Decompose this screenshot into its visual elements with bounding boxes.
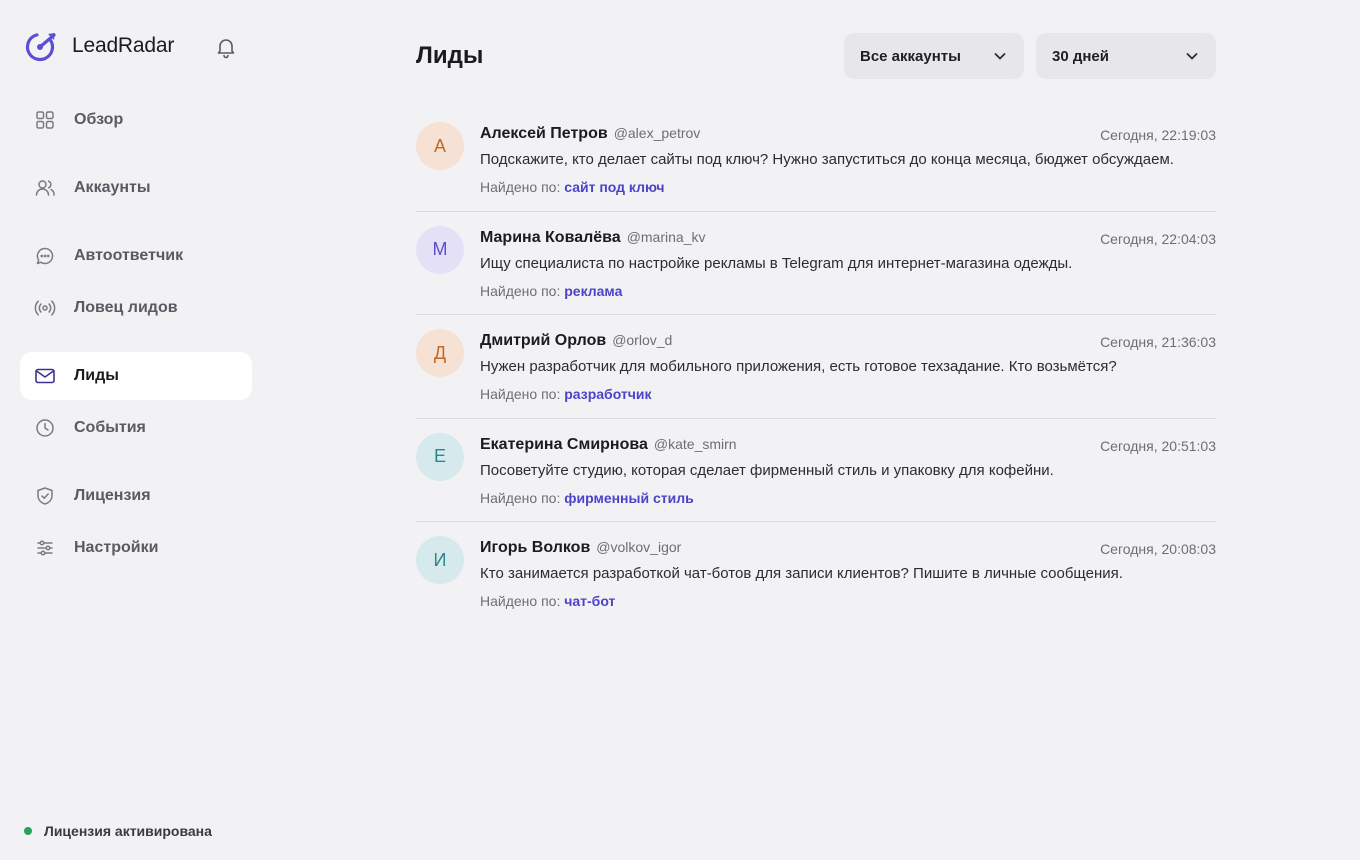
leads-list: А Алексей Петров @alex_petrov Сегодня, 22… [416,108,1216,626]
lead-handle[interactable]: @marina_kv [627,229,706,245]
grid-icon [34,109,56,131]
lead-time: Сегодня, 21:36:03 [1100,334,1216,350]
lead-keyword[interactable]: чат-бот [564,593,615,609]
users-icon [34,177,56,199]
radio-waves-icon [34,297,56,319]
lead-found-by: Найдено по: разработчик [480,386,652,402]
lead-name: Алексей Петров [480,125,608,142]
lead-found-by: Найдено по: фирменный стиль [480,490,694,506]
sidebar-item-label: События [74,419,146,436]
bell-icon[interactable] [214,35,238,59]
avatar: А [416,122,464,170]
avatar: Е [416,432,464,481]
clock-icon [34,417,56,439]
lead-item[interactable]: Е Екатерина Смирнова @kate_smirn Сегодня,… [416,419,1216,522]
sidebar-item-label: Лиды [74,367,119,384]
lead-message: Кто занимается разработкой чат-ботов для… [480,565,1123,582]
lead-keyword[interactable]: фирменный стиль [564,490,693,506]
lead-name: Дмитрий Орлов [480,332,607,349]
chevron-down-icon [1184,48,1200,64]
sidebar-item-accounts[interactable]: Аккаунты [20,164,252,212]
lead-keyword[interactable]: реклама [564,283,622,299]
lead-name-line: Марина Ковалёва @marina_kv [480,229,705,247]
lead-name: Екатерина Смирнова [480,435,648,453]
lead-item[interactable]: М Марина Ковалёва @marina_kv Сегодня, 22:… [416,212,1216,315]
found-by-label: Найдено по: [480,489,561,506]
lead-keyword[interactable]: разработчик [564,386,651,402]
lead-time: Сегодня, 20:08:03 [1100,541,1216,557]
lead-name-line: Алексей Петров @alex_petrov [480,125,700,143]
sidebar-item-label: Автоответчик [74,247,184,264]
sidebar: LeadRadar Обзор Аккаунты Автоответчик Ло… [0,0,272,860]
avatar: М [416,225,464,274]
app-name: LeadRadar [72,34,175,57]
found-by-label: Найдено по: [480,282,561,299]
sliders-icon [34,537,56,559]
found-by-label: Найдено по: [480,179,561,195]
lead-handle[interactable]: @orlov_d [612,332,672,348]
license-status-text: Лицензия активирована [44,823,212,839]
lead-name: Игорь Волков [480,539,591,556]
lead-item[interactable]: А Алексей Петров @alex_petrov Сегодня, 22… [416,108,1216,212]
found-by-label: Найдено по: [480,593,561,609]
lead-time: Сегодня, 22:04:03 [1100,230,1216,247]
lead-name-line: Дмитрий Орлов @orlov_d [480,332,672,350]
avatar: Д [416,329,464,377]
chevron-down-icon [992,48,1008,64]
sidebar-item-label: Ловец лидов [74,299,178,316]
avatar-initial: А [433,135,446,156]
lead-found-by: Найдено по: реклама [480,283,622,299]
period-filter-value: 30 дней [1052,47,1109,65]
sidebar-item-label: Настройки [74,539,159,556]
avatar: И [416,536,464,584]
avatar-initial: Е [433,446,446,466]
sidebar-item-label: Обзор [74,111,124,128]
lead-handle[interactable]: @kate_smirn [654,436,737,452]
status-dot-icon [24,827,32,835]
sidebar-item-overview[interactable]: Обзор [20,96,252,144]
lead-found-by: Найдено по: чат-бот [480,593,615,609]
sidebar-item-label: Лицензия [74,487,151,504]
lead-message: Посоветуйте студию, которая сделает фирм… [480,461,1054,479]
chat-bubble-icon [34,245,56,267]
lead-time: Сегодня, 20:51:03 [1100,437,1216,454]
account-filter-select[interactable]: Все аккаунты [844,33,1024,79]
avatar-initial: М [432,239,448,259]
sidebar-item-license[interactable]: Лицензия [20,472,252,520]
lead-item[interactable]: И Игорь Волков @volkov_igor Сегодня, 20:0… [416,522,1216,626]
sidebar-item-leads[interactable]: Лиды [20,352,252,400]
sidebar-item-label: Аккаунты [74,179,151,196]
sidebar-item-settings[interactable]: Настройки [20,524,252,572]
lead-message: Подскажите, кто делает сайты под ключ? Н… [480,151,1174,168]
avatar-initial: Д [433,342,447,363]
lead-message: Ищу специалиста по настройке рекламы в T… [480,254,1073,272]
radar-logo-icon [24,29,58,63]
sidebar-item-autoresponder[interactable]: Автоответчик [20,232,252,280]
mail-icon [34,365,56,387]
lead-name-line: Игорь Волков @volkov_igor [480,539,681,557]
avatar-initial: И [433,549,447,570]
lead-name: Марина Ковалёва [480,228,621,246]
lead-keyword[interactable]: сайт под ключ [564,179,664,195]
lead-handle[interactable]: @alex_petrov [614,125,701,141]
lead-item[interactable]: Д Дмитрий Орлов @orlov_d Сегодня, 21:36:0… [416,315,1216,419]
account-filter-value: Все аккаунты [860,47,961,65]
license-status: Лицензия активирована [24,823,212,839]
brand[interactable]: LeadRadar [24,28,174,64]
lead-name-line: Екатерина Смирнова @kate_smirn [480,436,737,454]
sidebar-item-events[interactable]: События [20,404,252,452]
lead-handle[interactable]: @volkov_igor [596,539,681,555]
period-filter-select[interactable]: 30 дней [1036,33,1216,79]
shield-check-icon [34,485,56,507]
found-by-label: Найдено по: [480,386,561,402]
lead-time: Сегодня, 22:19:03 [1100,127,1216,143]
page-title: Лиды [416,42,484,69]
lead-message: Нужен разработчик для мобильного приложе… [480,358,1117,375]
lead-found-by: Найдено по: сайт под ключ [480,179,665,195]
sidebar-item-lead-catcher[interactable]: Ловец лидов [20,284,252,332]
